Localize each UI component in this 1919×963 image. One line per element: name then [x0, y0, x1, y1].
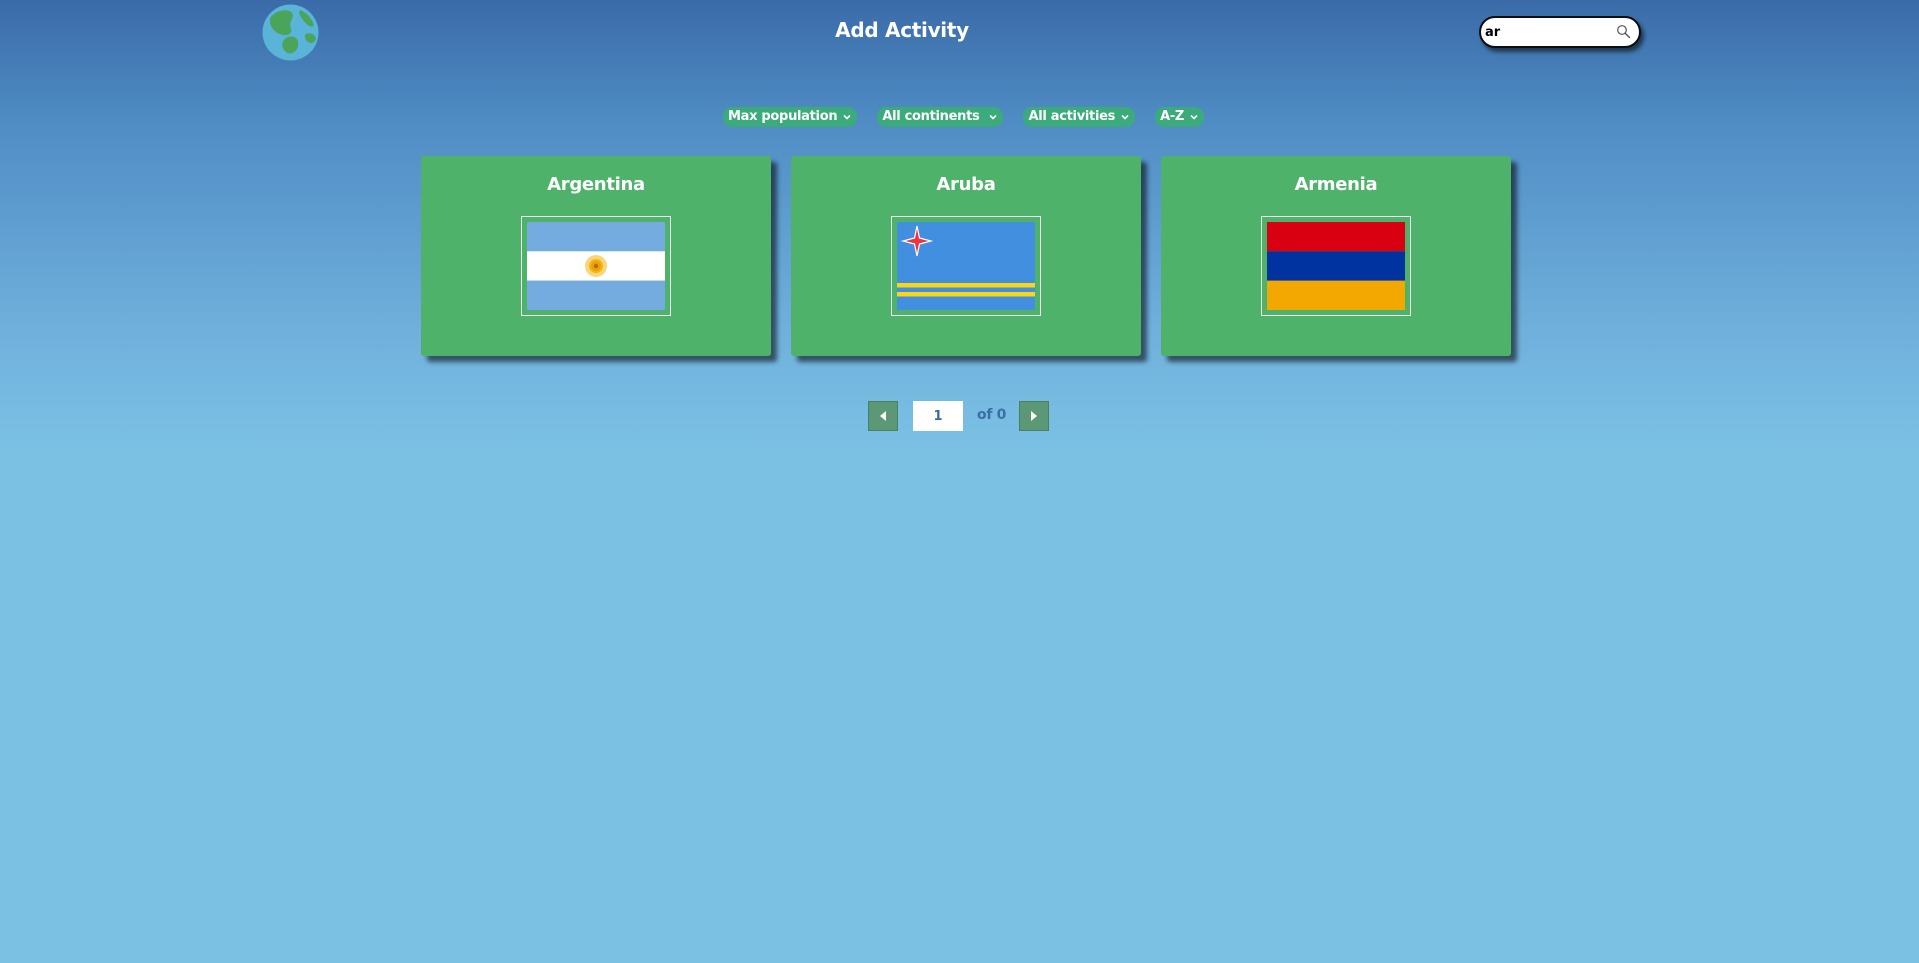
continent-filter-select[interactable]: All continents	[877, 107, 1004, 127]
flag-frame	[1261, 216, 1411, 316]
filter-label: All continents	[882, 109, 980, 124]
next-page-button[interactable]	[1019, 401, 1049, 431]
country-card-aruba[interactable]: Aruba	[791, 156, 1141, 356]
triangle-left-icon	[880, 411, 886, 421]
population-filter-select[interactable]: Max population	[723, 107, 858, 127]
search-box[interactable]	[1479, 16, 1641, 48]
chevron-down-icon	[1190, 114, 1198, 120]
country-card-armenia[interactable]: Armenia	[1161, 156, 1511, 356]
sort-order-select[interactable]: A-Z	[1155, 107, 1205, 127]
pagination: of 0	[868, 401, 1050, 433]
argentina-flag	[527, 222, 665, 310]
search-input[interactable]	[1485, 21, 1615, 43]
filter-label: Max population	[728, 109, 838, 124]
country-card-argentina[interactable]: Argentina	[421, 156, 771, 356]
chevron-down-icon	[989, 114, 998, 120]
page-total: of 0	[977, 407, 1007, 423]
filter-label: A-Z	[1160, 109, 1185, 124]
flag-frame	[891, 216, 1041, 316]
activity-filter-select[interactable]: All activities	[1023, 107, 1136, 127]
chevron-down-icon	[1121, 114, 1129, 120]
search-icon[interactable]	[1616, 24, 1631, 39]
country-card-grid: Argentina Aruba Armenia	[421, 156, 1511, 356]
country-name: Aruba	[936, 174, 996, 195]
armenia-flag	[1267, 222, 1405, 310]
country-name: Argentina	[547, 174, 645, 195]
previous-page-button[interactable]	[868, 401, 898, 431]
triangle-right-icon	[1031, 411, 1037, 421]
chevron-down-icon	[843, 114, 851, 120]
aruba-flag	[897, 222, 1035, 310]
flag-frame	[521, 216, 671, 316]
filter-bar: Max population All continents All activi…	[723, 107, 1205, 127]
country-name: Armenia	[1294, 174, 1378, 195]
filter-label: All activities	[1028, 109, 1116, 124]
page-number-input[interactable]	[913, 401, 963, 431]
